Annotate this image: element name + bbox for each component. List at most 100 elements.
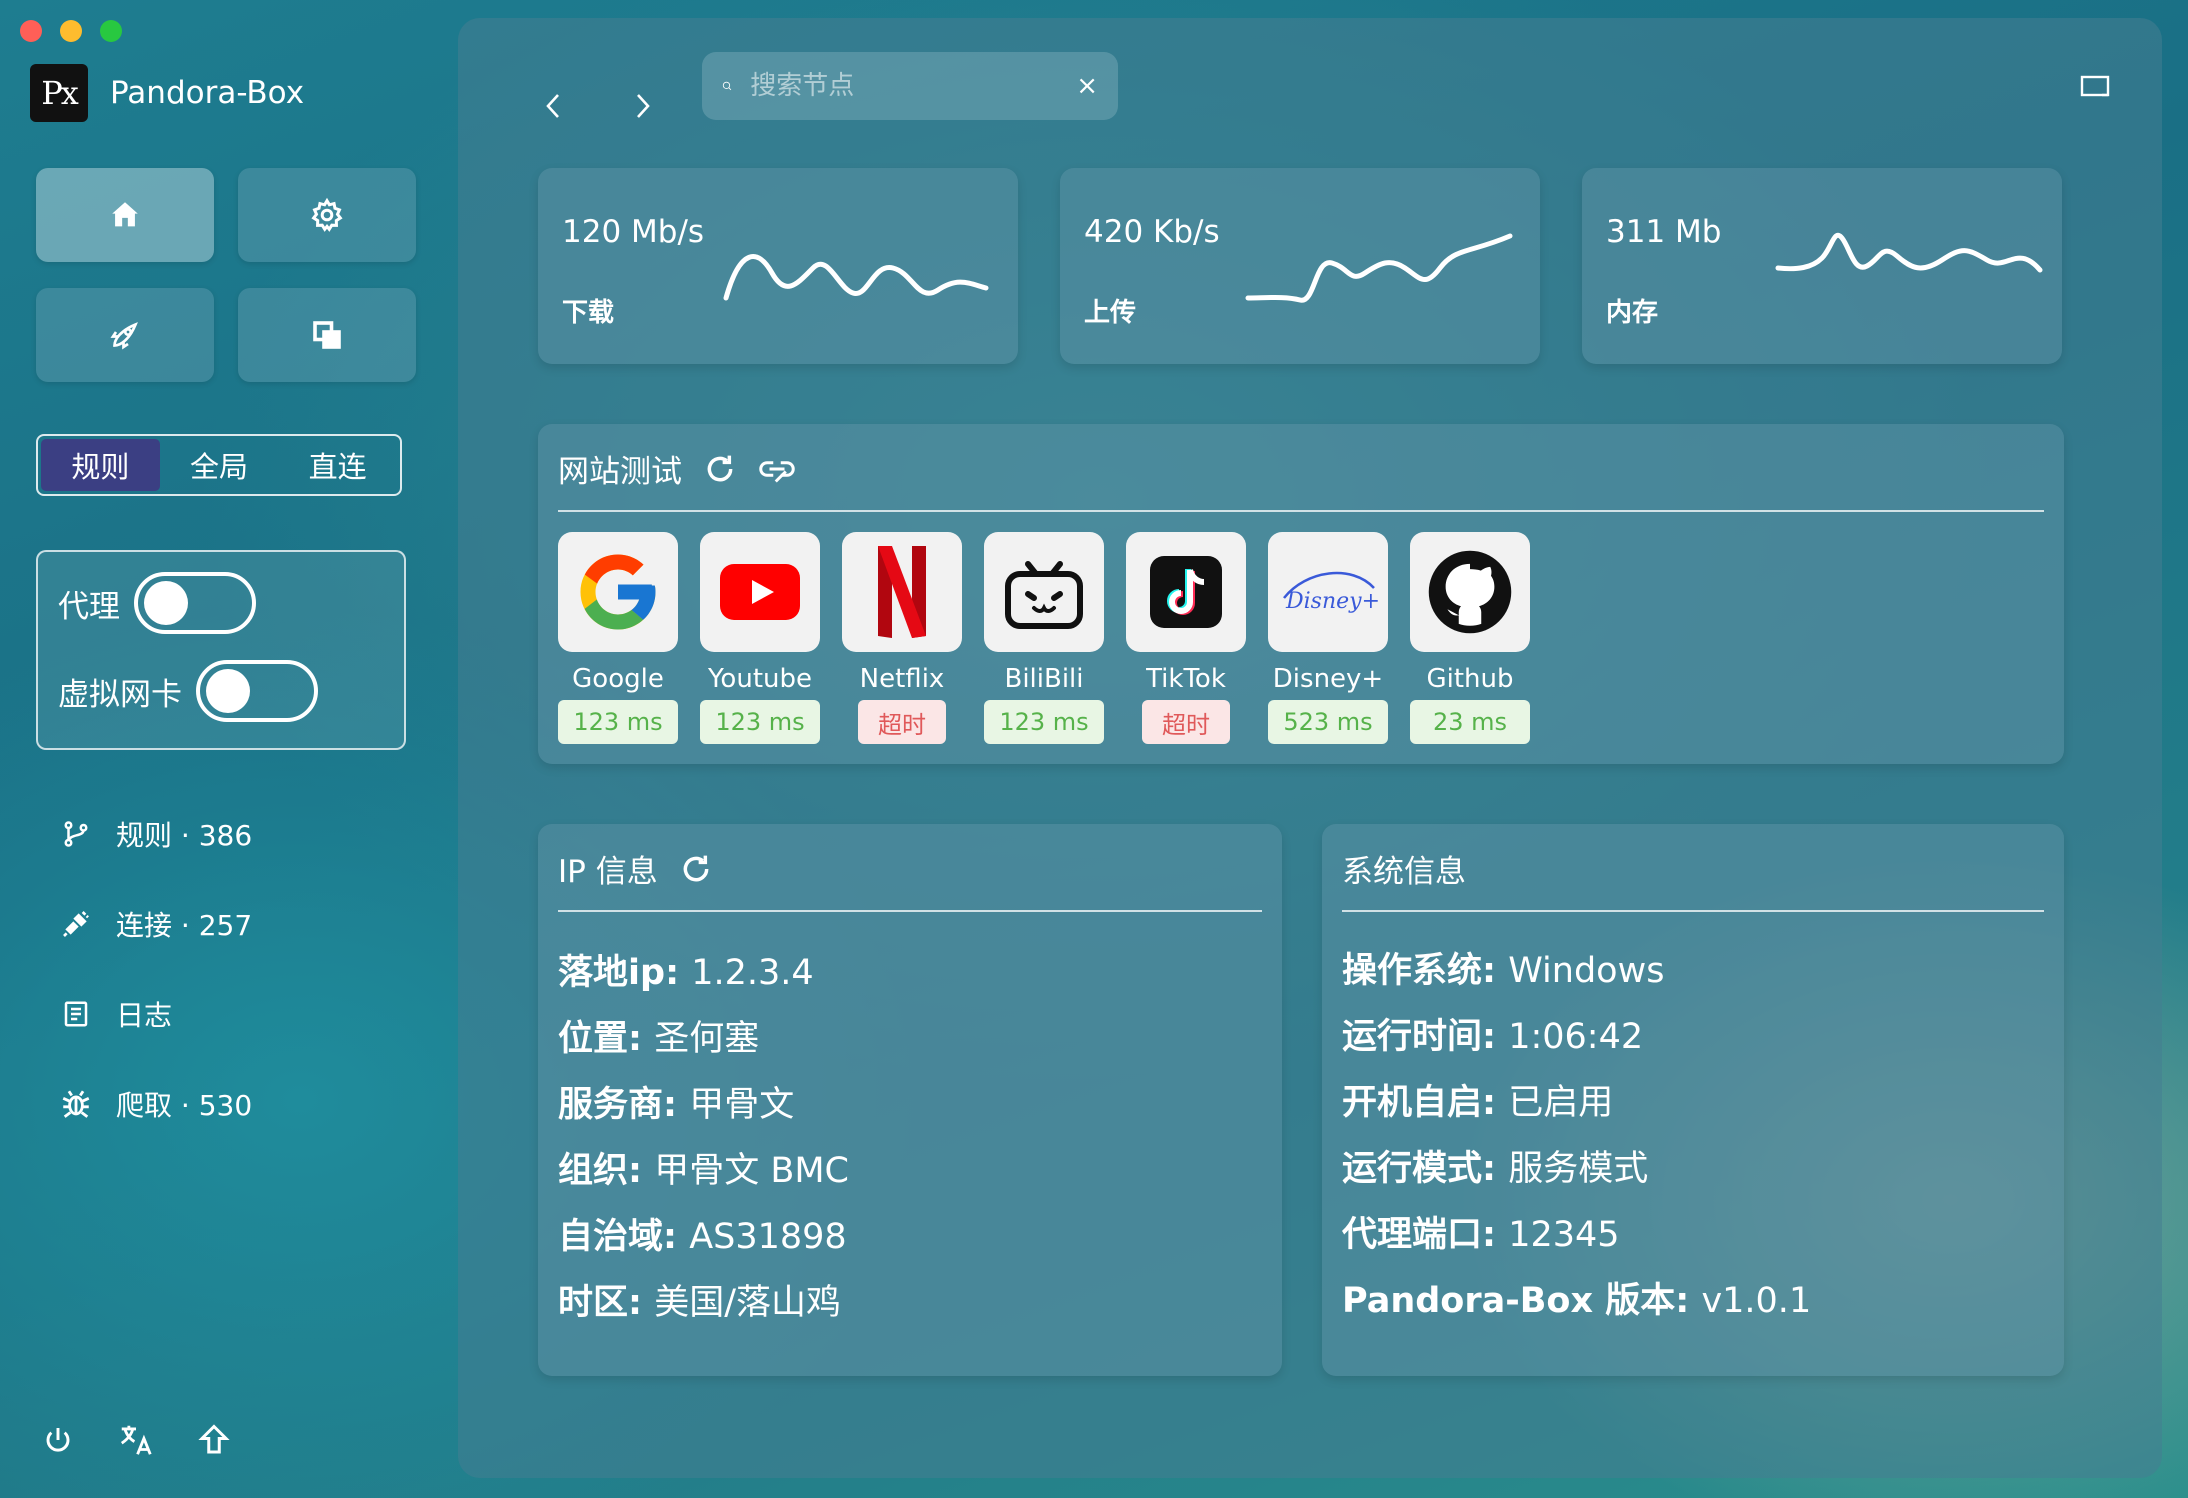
site-github[interactable]: Github 23 ms: [1410, 532, 1530, 744]
memory-usage: 311 Mb: [1606, 214, 1722, 250]
proxy-toggle-row: 代理: [58, 572, 256, 634]
system-info-row: 开机自启: 已启用: [1342, 1083, 1614, 1123]
proxy-toggle-label: 代理: [58, 588, 120, 625]
latency-badge: 超时: [858, 700, 946, 744]
tun-switch[interactable]: [196, 660, 318, 722]
proxy-switch-knob: [144, 581, 188, 625]
memory-card: 311 Mb 内存: [1582, 168, 2062, 364]
system-info-title: 系统信息: [1342, 854, 1466, 890]
copy-icon: [313, 321, 341, 349]
ip-info-row: 组织: 甲骨文 BMC: [558, 1151, 849, 1191]
settings-button[interactable]: [238, 168, 416, 262]
ip-info-row: 自治域: AS31898: [558, 1217, 847, 1257]
ip-info-row: 时区: 美国/落山鸡: [558, 1283, 841, 1323]
link-icon[interactable]: [758, 454, 796, 484]
tun-switch-knob: [206, 669, 250, 713]
system-info-row: 操作系统: Windows: [1342, 951, 1665, 991]
bug-icon: [58, 1086, 94, 1122]
disney-logo: Disney+: [1268, 532, 1388, 652]
latency-badge: 123 ms: [700, 700, 820, 744]
rocket-icon: [110, 322, 138, 350]
upgrade-icon[interactable]: [194, 1420, 234, 1460]
gear-icon: [311, 197, 343, 232]
upload-sparkline: [1245, 233, 1513, 303]
translate-icon[interactable]: [116, 1420, 156, 1460]
back-button[interactable]: [534, 86, 574, 126]
window-toggle-button[interactable]: [2078, 70, 2112, 104]
chevron-right-icon: [637, 94, 650, 118]
upload-label: 上传: [1084, 298, 1137, 328]
tun-toggle-label: 虚拟网卡: [58, 676, 182, 713]
system-info-row: 运行模式: 服务模式: [1342, 1149, 1649, 1189]
maximize-window-button[interactable]: [100, 20, 122, 42]
sidebar-item-rules[interactable]: 规则 · 386: [58, 814, 252, 854]
forward-button[interactable]: [622, 86, 662, 126]
close-icon[interactable]: ×: [1076, 71, 1098, 101]
system-info-row: 运行时间: 1:06:42: [1342, 1017, 1644, 1057]
mode-direct-option[interactable]: 直连: [278, 439, 397, 491]
search-icon: [722, 81, 732, 91]
sidebar-item-connections[interactable]: 连接 · 257: [58, 904, 252, 944]
app-name: Pandora-Box: [110, 75, 305, 111]
toggle-panel: 代理 虚拟网卡: [36, 550, 406, 750]
sidebar-item-label: 连接 · 257: [116, 909, 253, 942]
ip-info-row: 服务商: 甲骨文: [558, 1085, 795, 1125]
plug-icon: [58, 906, 94, 942]
download-speed: 120 Mb/s: [562, 214, 705, 250]
upload-speed: 420 Kb/s: [1084, 214, 1220, 250]
mode-selector: 规则 全局 直连: [36, 434, 402, 496]
ip-info-header: IP 信息: [558, 846, 712, 891]
mode-rule-option[interactable]: 规则: [41, 439, 160, 491]
site-test-divider: [558, 510, 2044, 512]
close-window-button[interactable]: [20, 20, 42, 42]
download-label: 下载: [562, 298, 615, 328]
youtube-logo: [700, 532, 820, 652]
sidebar-item-label: 爬取 · 530: [116, 1089, 253, 1122]
site-google[interactable]: Google 123 ms: [558, 532, 678, 744]
power-icon[interactable]: [38, 1420, 78, 1460]
site-name: Google: [572, 664, 664, 694]
site-netflix[interactable]: Netflix 超时: [842, 532, 962, 744]
sidebar-item-logs[interactable]: 日志: [58, 994, 172, 1034]
refresh-icon[interactable]: [680, 853, 712, 885]
site-test-title: 网站测试: [558, 454, 682, 490]
tiktok-logo: [1126, 532, 1246, 652]
site-name: Disney+: [1272, 664, 1384, 694]
window-controls: [20, 20, 122, 42]
site-bilibili[interactable]: BiliBili 123 ms: [984, 532, 1104, 744]
mode-global-option[interactable]: 全局: [160, 439, 279, 491]
latency-badge: 123 ms: [558, 700, 678, 744]
site-tiktok[interactable]: TikTok 超时: [1126, 532, 1246, 744]
site-name: BiliBili: [1004, 664, 1084, 694]
search-input[interactable]: [748, 70, 1077, 102]
site-name: Github: [1426, 664, 1514, 694]
site-test-card: 网站测试 Google 123 ms Youtube 123 ms Netfli…: [538, 424, 2064, 764]
system-info-row: 代理端口: 12345: [1342, 1215, 1620, 1255]
site-youtube[interactable]: Youtube 123 ms: [700, 532, 820, 744]
main-panel: × 120 Mb/s 下载 420 Kb/s 上传 311 Mb 内存 网站测试: [458, 18, 2162, 1478]
tun-toggle-row: 虚拟网卡: [58, 660, 318, 722]
system-info-card: 系统信息 操作系统: Windows 运行时间: 1:06:42 开机自启: 已…: [1322, 824, 2064, 1376]
proxy-switch[interactable]: [134, 572, 256, 634]
bottom-toolbar: [38, 1420, 234, 1460]
site-test-header: 网站测试: [558, 446, 796, 491]
sidebar-item-label: 日志: [116, 999, 173, 1032]
latency-badge: 超时: [1142, 700, 1230, 744]
site-name: Netflix: [859, 664, 945, 694]
profiles-button[interactable]: [238, 288, 416, 382]
ip-info-card: IP 信息 落地ip: 1.2.3.4 位置: 圣何塞 服务商: 甲骨文 组织:…: [538, 824, 1282, 1376]
sidebar-item-crawl[interactable]: 爬取 · 530: [58, 1084, 252, 1124]
speedtest-button[interactable]: [36, 288, 214, 382]
window-icon: [2080, 75, 2110, 97]
ip-info-row: 落地ip: 1.2.3.4: [558, 953, 814, 993]
site-disney[interactable]: Disney+ Disney+ 523 ms: [1268, 532, 1388, 744]
minimize-window-button[interactable]: [60, 20, 82, 42]
github-logo: [1410, 532, 1530, 652]
bilibili-logo: [984, 532, 1104, 652]
brand: Px Pandora-Box: [30, 64, 304, 122]
log-icon: [58, 996, 94, 1032]
site-name: Youtube: [708, 664, 812, 694]
system-info-row: Pandora-Box 版本: v1.0.1: [1342, 1281, 1812, 1321]
home-button[interactable]: [36, 168, 214, 262]
refresh-icon[interactable]: [704, 453, 736, 485]
